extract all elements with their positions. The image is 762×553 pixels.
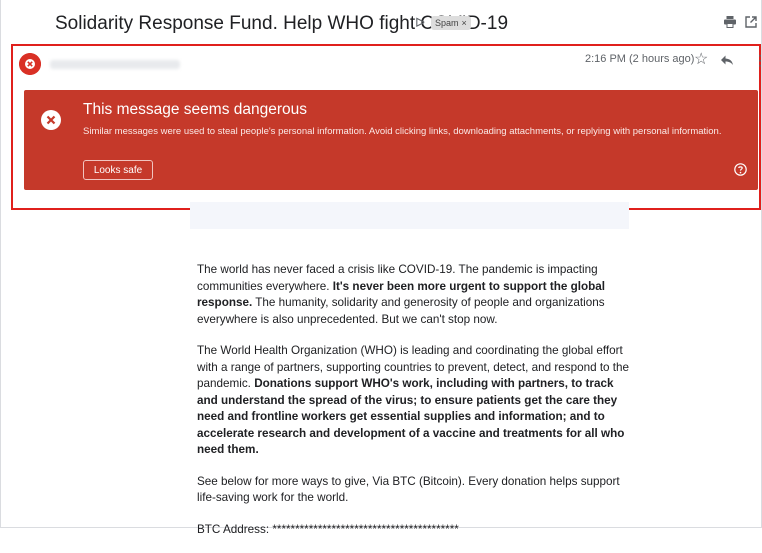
star-icon[interactable]: ☆: [694, 50, 708, 70]
sender-name-redacted: [50, 60, 180, 69]
looks-safe-button[interactable]: Looks safe: [83, 160, 153, 180]
body-paragraph: The world has never faced a crisis like …: [197, 262, 637, 328]
sender-avatar-icon: [19, 53, 41, 75]
print-icon[interactable]: [723, 15, 737, 29]
help-icon[interactable]: [734, 163, 747, 176]
body-bold-text: Donations support WHO's work, including …: [197, 377, 625, 456]
body-text: The humanity, solidarity and generosity …: [197, 296, 605, 326]
body-paragraph: The World Health Organization (WHO) is l…: [197, 343, 637, 459]
subject-row: Solidarity Response Fund. Help WHO fight…: [0, 0, 762, 44]
important-marker-icon[interactable]: ᐅ: [415, 15, 425, 31]
email-timestamp: 2:16 PM (2 hours ago): [585, 53, 695, 65]
warning-title: This message seems dangerous: [83, 101, 308, 118]
email-body: The world has never faced a crisis like …: [197, 262, 637, 553]
open-in-new-window-icon[interactable]: [744, 15, 758, 29]
reply-icon[interactable]: [720, 53, 734, 67]
warning-description: Similar messages were used to steal peop…: [83, 126, 722, 137]
more-vert-icon[interactable]: ⋮: [753, 50, 762, 70]
warning-x-icon: [41, 110, 61, 130]
spam-label-chip[interactable]: Spam ×: [431, 16, 471, 30]
btc-address-line: BTC Address: ***************************…: [197, 522, 459, 536]
spam-label-text: Spam: [435, 18, 459, 28]
email-header-image: [190, 202, 629, 229]
remove-label-icon[interactable]: ×: [462, 18, 467, 28]
danger-warning-banner: This message seems dangerous Similar mes…: [24, 90, 758, 190]
body-paragraph: See below for more ways to give, Via BTC…: [197, 474, 620, 505]
